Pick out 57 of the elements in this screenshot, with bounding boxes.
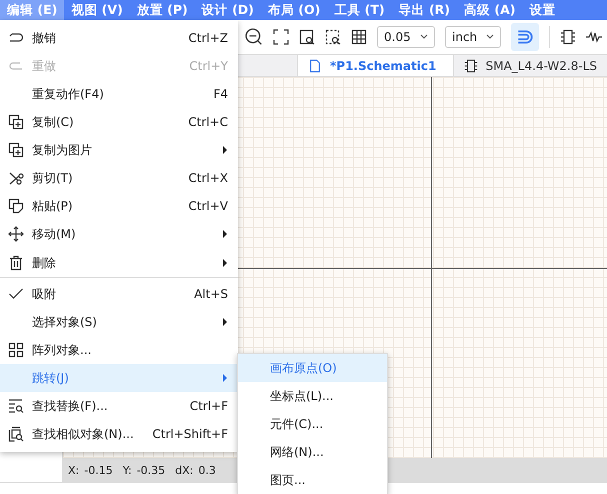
menu-bar-item[interactable]: 放置 (P) — [130, 0, 195, 20]
submenu-item[interactable]: 图页... — [238, 466, 387, 494]
document-tab[interactable]: SMA_L4.4-W2.8-LS — [452, 55, 607, 76]
menu-item[interactable]: 剪切(T) Ctrl+X — [0, 164, 238, 192]
menu-bar-item[interactable]: 布局 (O) — [260, 0, 328, 20]
submenu-arrow-icon — [222, 318, 228, 326]
find-similar-icon — [8, 426, 24, 442]
menu-item[interactable]: 查找替换(F)... Ctrl+F — [0, 392, 238, 420]
menu-bar-item[interactable]: 视图 (V) — [64, 0, 130, 20]
chevron-down-icon — [486, 34, 494, 40]
menu-item[interactable]: 吸附 Alt+S — [0, 280, 238, 308]
trash-icon — [8, 255, 24, 271]
document-icon — [308, 58, 322, 72]
menu-item[interactable]: 粘贴(P) Ctrl+V — [0, 192, 238, 220]
paste-icon — [8, 198, 24, 214]
menu-item[interactable]: 查找相似对象(N)... Ctrl+Shift+F — [0, 420, 238, 448]
snap-toggle-button[interactable] — [511, 23, 539, 51]
menu-item[interactable]: 复制(C) Ctrl+C — [0, 108, 238, 136]
scissors-icon — [8, 170, 24, 186]
submenu-item[interactable]: 网络(N)... — [238, 438, 387, 466]
find-icon — [8, 398, 24, 414]
menu-item[interactable]: 撤销 Ctrl+Z — [0, 24, 238, 52]
submenu-item[interactable]: 元件(C)... — [238, 410, 387, 438]
submenu-arrow-icon — [222, 230, 228, 238]
coordinate-value: -0.35 — [136, 464, 166, 476]
copy-icon — [8, 142, 24, 158]
menu-item[interactable]: 移动(M) — [0, 220, 238, 248]
menu-item[interactable]: 删除 — [0, 248, 238, 278]
document-tab[interactable]: *P1.Schematic1 — [297, 55, 453, 76]
menu-item[interactable]: 选择对象(S) — [0, 308, 238, 336]
menu-item[interactable]: 跳转(J) — [0, 364, 238, 392]
grid-size-select[interactable]: 0.05 — [377, 26, 435, 48]
coordinate-value: 0.3 — [198, 464, 216, 476]
menu-item[interactable]: 重复动作(F4) F4 — [0, 80, 238, 108]
menu-bar-item[interactable]: 高级 (A) — [457, 0, 522, 20]
menu-item[interactable]: 阵列对象... — [0, 336, 238, 364]
menu-bar-item[interactable]: 导出 (R) — [392, 0, 458, 20]
menu-bar-item[interactable]: 设计 (D) — [194, 0, 261, 20]
submenu-arrow-icon — [222, 146, 228, 154]
chip-icon — [464, 58, 478, 72]
menu-bar-item[interactable]: 工具 (T) — [327, 0, 392, 20]
move-icon — [8, 226, 24, 242]
menu-bar-item[interactable]: 设置 — [522, 0, 562, 20]
coordinate-value: -0.15 — [84, 464, 113, 476]
magnet-icon — [516, 28, 534, 46]
copy-icon — [8, 114, 24, 130]
unit-select[interactable]: inch — [445, 26, 501, 48]
submenu-arrow-icon — [222, 374, 228, 382]
submenu-arrow-icon — [222, 259, 228, 267]
chevron-down-icon — [420, 34, 428, 40]
coordinate-label: Y: — [122, 464, 132, 476]
coordinate-label: dX: — [175, 464, 194, 476]
submenu-item[interactable]: 画布原点(O) — [238, 354, 387, 382]
menu-item[interactable]: 复制为图片 — [0, 136, 238, 164]
submenu-item[interactable]: 坐标点(L)... — [238, 382, 387, 410]
grid-icon — [8, 342, 24, 358]
coordinate-label: X: — [68, 464, 80, 476]
